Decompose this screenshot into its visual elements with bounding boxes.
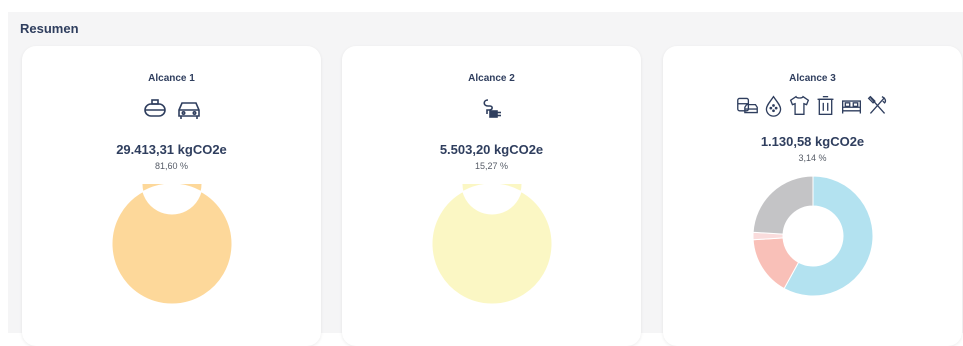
- gas-tank-icon: [142, 96, 168, 122]
- section-title: Resumen: [20, 21, 79, 36]
- water-drop-icon: [762, 94, 785, 117]
- bed-icon: [840, 94, 863, 117]
- commute-icon: [736, 94, 759, 117]
- shirt-icon: [788, 94, 811, 117]
- donut-svg: [111, 153, 233, 305]
- scope-donut-chart: [752, 175, 874, 297]
- card-icons: [22, 96, 321, 124]
- donut-slice[interactable]: [752, 175, 814, 235]
- card-title: Alcance 2: [468, 73, 515, 84]
- scope-total: 29.413,31 kgCO2e: [116, 142, 227, 157]
- card-icons: [663, 94, 962, 122]
- electric-plug-icon: [479, 96, 505, 122]
- scope-percent: 3,14 %: [798, 153, 827, 163]
- donut-svg: [431, 153, 553, 305]
- scope-donut-chart: [111, 153, 233, 305]
- card-title: Alcance 1: [148, 73, 195, 84]
- card-icons: [342, 96, 641, 124]
- scope-2-card: Alcance 2 5.503,20 kgCO2e 15,27 %: [342, 46, 641, 346]
- scope-3-card: Alcance 3 1.130,58 kgCO2e 3,14 %: [663, 46, 962, 346]
- scope-donut-chart: [431, 153, 553, 305]
- utensils-icon: [866, 94, 889, 117]
- scope-total: 5.503,20 kgCO2e: [439, 142, 544, 157]
- scope-total: 1.130,58 kgCO2e: [760, 134, 865, 149]
- trash-icon: [814, 94, 837, 117]
- scope-percent: 15,27 %: [474, 161, 509, 171]
- car-icon: [176, 96, 202, 122]
- scope-percent: 81,60 %: [154, 161, 189, 171]
- card-title: Alcance 3: [789, 73, 836, 84]
- scope-1-card: Alcance 1 29.413,31 kgCO2e 81,60 %: [22, 46, 321, 346]
- donut-slice[interactable]: [111, 153, 233, 305]
- donut-slice[interactable]: [431, 153, 553, 305]
- donut-svg: [752, 175, 874, 297]
